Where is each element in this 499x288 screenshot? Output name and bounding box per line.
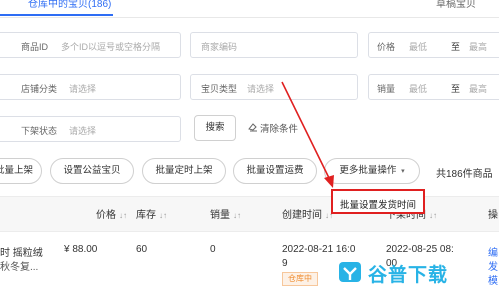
more-batch-actions-label: 更多批量操作: [339, 165, 397, 176]
batch-schedule-button[interactable]: 批量定时上架: [142, 158, 226, 184]
col-stock-header[interactable]: 库存 ↓↑: [136, 206, 167, 221]
product-id-input[interactable]: 多个ID以逗号或空格分隔: [61, 40, 160, 53]
watermark-logo-icon: [339, 262, 361, 282]
edit-link[interactable]: 编: [488, 244, 498, 259]
merchant-code-input[interactable]: 商家编码: [201, 40, 237, 53]
store-category-label: 店铺分类: [21, 84, 58, 94]
annotation-arrow-icon: [281, 81, 334, 188]
col-ops-header: 操: [488, 210, 498, 221]
store-category-field[interactable]: 店铺分类 请选择: [0, 74, 181, 100]
col-sales-header[interactable]: 销量 ↓↑: [210, 206, 241, 221]
price-range-field[interactable]: 价格 最低 至 最高: [368, 32, 499, 58]
col-sales-label: 销量: [210, 210, 230, 221]
item-type-label: 宝贝类型: [201, 84, 238, 94]
delist-status-label: 下架状态: [21, 126, 58, 136]
price-min-input[interactable]: 最低: [409, 40, 427, 53]
product-title-line2[interactable]: 秋冬复...: [0, 258, 38, 273]
search-button[interactable]: 搜索: [194, 115, 236, 141]
col-stock-label: 库存: [136, 210, 156, 221]
sales-to-label: 至: [451, 84, 461, 94]
tab-warehouse-items[interactable]: 仓库中的宝贝(186): [0, 0, 114, 16]
delist-status-field[interactable]: 下架状态 请选择: [0, 116, 181, 142]
delisted-time-line1: 2022-08-25 08:: [386, 244, 454, 255]
sales-min-input[interactable]: 最低: [409, 82, 427, 95]
publish-link[interactable]: 发: [488, 258, 498, 273]
status-badge: 仓库中: [282, 272, 318, 286]
product-id-field[interactable]: 商品ID 多个ID以逗号或空格分隔: [0, 32, 181, 58]
stock-value: 60: [136, 244, 148, 255]
sort-icon: ↓↑: [233, 211, 241, 220]
tab-draft-items[interactable]: 草稿宝贝: [436, 0, 476, 10]
sort-icon: ↓↑: [429, 211, 437, 220]
store-category-select[interactable]: 请选择: [69, 82, 96, 95]
sales-max-input[interactable]: 最高: [469, 82, 487, 95]
price-value: ¥ 88.00: [64, 244, 98, 255]
sort-icon: ↓↑: [119, 211, 127, 220]
created-time-line2: 9: [282, 258, 288, 269]
sales-label: 销量: [377, 84, 396, 94]
merchant-code-field[interactable]: 商家编码: [190, 32, 358, 58]
batch-list-button[interactable]: 批量上架: [0, 158, 42, 184]
set-charity-button[interactable]: 设置公益宝贝: [50, 158, 134, 184]
dropdown-item-label: 批量设置发货时间: [340, 200, 417, 211]
price-to-label: 至: [451, 42, 461, 52]
dropdown-item-batch-delivery-time[interactable]: 批量设置发货时间: [331, 189, 425, 214]
col-price-label: 价格: [96, 210, 116, 221]
tab-bar: 仓库中的宝贝(186) 草稿宝贝: [0, 0, 499, 18]
col-created-label: 创建时间: [282, 210, 322, 221]
col-created-header[interactable]: 创建时间 ↓↑: [282, 206, 333, 221]
watermark-text: 谷普下载: [368, 265, 449, 286]
product-id-label: 商品ID: [21, 42, 49, 52]
sales-value: 0: [210, 244, 216, 255]
created-time-line1: 2022-08-21 16:0: [282, 244, 356, 255]
sales-range-field[interactable]: 销量 最低 至 最高: [368, 74, 499, 100]
col-price-header[interactable]: 价格 ↓↑: [96, 206, 127, 221]
eraser-icon: [248, 123, 257, 132]
product-title-line1[interactable]: 时 摇粒绒: [0, 244, 43, 259]
price-max-input[interactable]: 最高: [469, 40, 487, 53]
sort-icon: ↓↑: [159, 211, 167, 220]
total-count: 共186件商品: [436, 169, 493, 180]
template-link[interactable]: 模: [488, 272, 498, 287]
chevron-down-icon: ▾: [401, 168, 405, 175]
price-label: 价格: [377, 42, 396, 52]
delist-status-select[interactable]: 请选择: [69, 124, 96, 137]
